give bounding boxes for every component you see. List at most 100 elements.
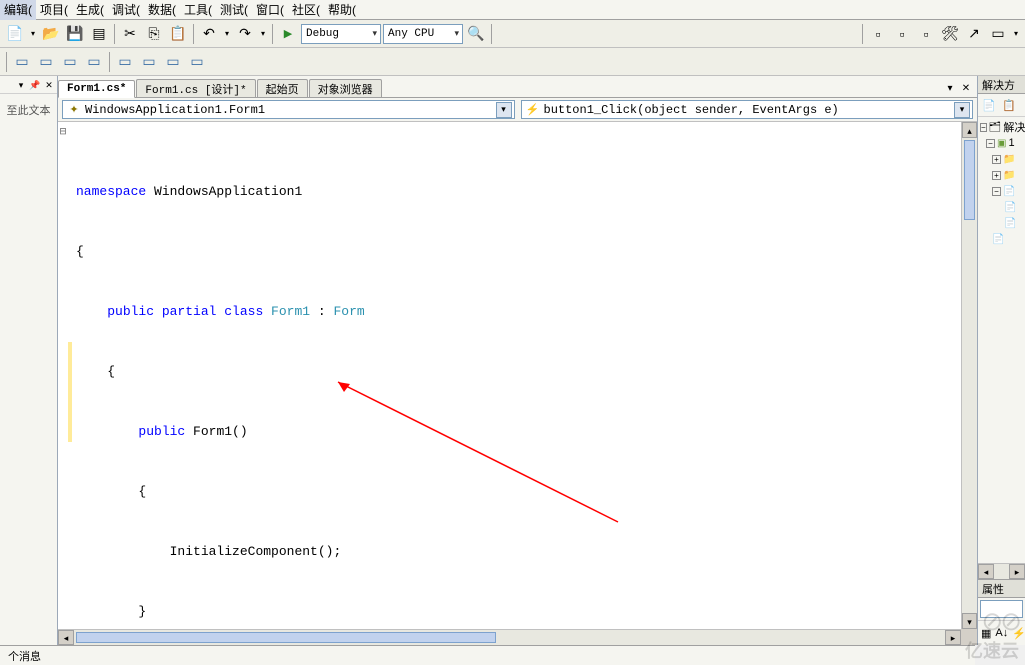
output-panel-tab[interactable]: 个消息 [0,645,975,665]
members-dropdown-text: button1_Click(object sender, EventArgs e… [544,103,839,117]
menu-window[interactable]: 窗口( [252,0,288,20]
editor-area: Form1.cs* Form1.cs [设计]* 起始页 对象浏览器 ▾ ✕ ✦… [58,76,977,645]
tree-item[interactable]: 解决 [1003,119,1025,135]
outdent-icon[interactable]: ▭ [35,51,57,73]
properties-header: 属性 [978,580,1025,598]
undo-icon[interactable]: ↶ [198,23,220,45]
menu-community[interactable]: 社区( [288,0,324,20]
close-doc-icon[interactable]: ✕ [959,83,973,97]
bookmark-icon[interactable]: ▭ [114,51,136,73]
toolbox-panel: ▾ 📌 ✕ 至此文本 [0,76,58,645]
scroll-left-icon[interactable]: ◂ [58,630,74,645]
copy-icon[interactable]: ⎘ [143,23,165,45]
window-2-icon[interactable]: ▫ [891,23,913,45]
start-debug-icon[interactable]: ▶ [277,23,299,45]
tab-form1-cs[interactable]: Form1.cs* [58,80,135,98]
tree-hscroll[interactable]: ◂ ▸ [978,563,1025,579]
menu-project[interactable]: 项目( [36,0,72,20]
tab-form1-design[interactable]: Form1.cs [设计]* [136,79,255,97]
save-all-icon[interactable]: ▤ [88,23,110,45]
dropdown-arrow-icon[interactable]: ▾ [954,102,970,118]
menu-help[interactable]: 帮助( [324,0,360,20]
separator [114,24,115,44]
scroll-thumb-h[interactable] [76,632,496,643]
file-icon: 📄 [1004,202,1016,213]
tree-expand-icon[interactable]: + [992,171,1001,180]
scroll-up-icon[interactable]: ▴ [962,122,977,138]
tools-icon[interactable]: 🛠 [939,23,961,45]
comment-icon[interactable]: ▭ [59,51,81,73]
paste-icon[interactable]: 📋 [167,23,189,45]
types-dropdown[interactable]: ✦ WindowsApplication1.Form1 ▾ [62,100,515,119]
dropdown-arrow-icon[interactable]: ▾ [496,102,512,118]
indent-icon[interactable]: ▭ [11,51,33,73]
horizontal-scrollbar[interactable]: ◂ ▸ [58,629,961,645]
file-icon: 📄 [1003,186,1015,197]
tree-collapse-icon[interactable]: − [986,139,995,148]
tree-collapse-icon[interactable]: − [980,123,987,132]
new-item-icon[interactable]: 📄 [4,23,26,45]
menu-tools[interactable]: 工具( [180,0,216,20]
scroll-left-icon[interactable]: ◂ [978,564,994,579]
bookmark-next-icon[interactable]: ▭ [138,51,160,73]
panel-close-icon[interactable]: ✕ [43,79,55,91]
messages-label: 个消息 [8,651,41,663]
redo-dropdown[interactable]: ▾ [258,29,268,38]
class-icon: ✦ [67,103,81,117]
separator [193,24,194,44]
folder-icon: 📁 [1003,170,1015,181]
menu-test[interactable]: 测试( [216,0,252,20]
separator [272,24,273,44]
scroll-right-icon[interactable]: ▸ [945,630,961,645]
menu-data[interactable]: 数据( [144,0,180,20]
folder-icon: 📁 [1003,154,1015,165]
tab-object-browser[interactable]: 对象浏览器 [309,79,382,97]
properties-icon[interactable]: 📄 [980,96,998,114]
solution-toolbar: 📄 📋 [978,94,1025,117]
tree-expand-icon[interactable]: + [992,155,1001,164]
menu-build[interactable]: 生成( [72,0,108,20]
config-combo[interactable]: Debug [301,24,381,44]
panel-pin-icon[interactable]: 📌 [29,79,41,91]
separator [6,52,7,72]
tree-item[interactable]: 1 [1008,137,1014,149]
redo-icon[interactable]: ↷ [234,23,256,45]
separator [862,24,863,44]
undo-dropdown[interactable]: ▾ [222,29,232,38]
vertical-scrollbar[interactable]: ▴ ▾ [961,122,977,629]
layout-dropdown[interactable]: ▾ [1011,29,1021,38]
separator [109,52,110,72]
project-icon: ▣ [997,138,1006,149]
file-icon: 📄 [1004,218,1016,229]
members-dropdown[interactable]: ⚡ button1_Click(object sender, EventArgs… [521,100,974,119]
platform-combo[interactable]: Any CPU [383,24,463,44]
method-icon: ⚡ [526,103,540,117]
bookmark-prev-icon[interactable]: ▭ [162,51,184,73]
show-all-icon[interactable]: 📋 [1000,96,1018,114]
solution-tree[interactable]: −🗂解决 −▣1 +📁 +📁 −📄 📄 📄 📄 [978,117,1025,563]
save-icon[interactable]: 💾 [64,23,86,45]
window-3-icon[interactable]: ▫ [915,23,937,45]
uncomment-icon[interactable]: ▭ [83,51,105,73]
open-icon[interactable]: 📂 [40,23,62,45]
scroll-right-icon[interactable]: ▸ [1009,564,1025,579]
bookmark-clear-icon[interactable]: ▭ [186,51,208,73]
menu-edit[interactable]: 编辑( [0,0,36,20]
solution-explorer-header: 解决方 [978,76,1025,94]
main-workspace: ▾ 📌 ✕ 至此文本 Form1.cs* Form1.cs [设计]* 起始页 … [0,76,1025,645]
cut-icon[interactable]: ✂ [119,23,141,45]
main-toolbar: 📄 ▾ 📂 💾 ▤ ✂ ⎘ 📋 ↶ ▾ ↷ ▾ ▶ Debug Any CPU … [0,20,1025,48]
scroll-thumb[interactable] [964,140,975,220]
code-editor[interactable]: ⊟namespace WindowsApplication1 { ⊟ publi… [58,122,977,645]
new-item-dropdown[interactable]: ▾ [28,29,38,38]
toolbox-hint-text: 至此文本 [0,94,57,126]
window-1-icon[interactable]: ▫ [867,23,889,45]
menu-debug[interactable]: 调试( [108,0,144,20]
find-icon[interactable]: 🔍 [465,23,487,45]
panel-dropdown-icon[interactable]: ▾ [15,79,27,91]
tab-list-icon[interactable]: ▾ [943,83,957,97]
tab-start-page[interactable]: 起始页 [257,79,308,97]
export-icon[interactable]: ↗ [963,23,985,45]
tree-collapse-icon[interactable]: − [992,187,1001,196]
layout-icon[interactable]: ▭ [987,23,1009,45]
